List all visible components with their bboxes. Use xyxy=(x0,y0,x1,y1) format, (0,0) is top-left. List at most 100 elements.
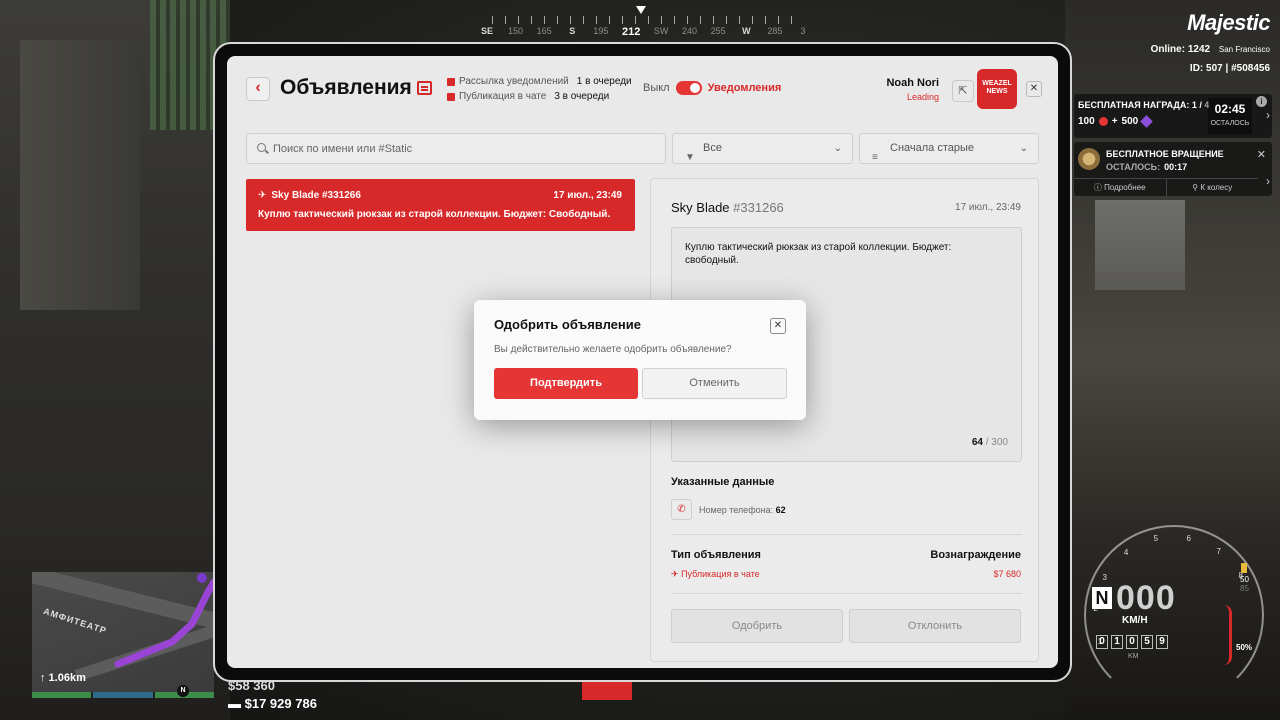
user-name: Noah Nori xyxy=(886,77,939,89)
compass-heading: S xyxy=(569,26,576,36)
dialog-title: Одобрить объявление xyxy=(494,317,641,332)
filter-icon: ▼ xyxy=(685,152,695,163)
speedometer: 12345678 N 000 KM/H 01059 KM 50 85 50% xyxy=(1074,525,1274,715)
compass-heading: W xyxy=(742,26,751,36)
reward-values: 100 + 500 xyxy=(1078,115,1154,128)
weazel-news-logo: WEAZEL NEWS xyxy=(977,69,1017,109)
spin-more-link[interactable]: ⓘ Подробнее xyxy=(1074,179,1166,196)
odometer-digit: 5 xyxy=(1141,635,1153,649)
speed-unit: KM/H xyxy=(1122,615,1148,626)
minimap: АМФИТЕАТР ↑ 1.06km xyxy=(32,572,214,692)
odometer-unit: KM xyxy=(1128,653,1139,660)
filter-select[interactable]: ▼ Все ⌄ xyxy=(672,133,853,164)
distance-label: ↑ 1.06km xyxy=(40,672,86,684)
compass-heading: 165 xyxy=(536,26,552,36)
compass-heading: 195 xyxy=(593,26,609,36)
toggle-on-label: Уведомления xyxy=(707,82,782,94)
compass-heading: 150 xyxy=(508,26,524,36)
reward-title: БЕСПЛАТНАЯ НАГРАДА: 1 / 4 xyxy=(1078,100,1210,110)
compass-heading: 285 xyxy=(767,26,783,36)
spin-title: БЕСПЛАТНОЕ ВРАЩЕНИЕ xyxy=(1106,149,1224,159)
waypoint-icon xyxy=(197,573,207,583)
notifications-toggle[interactable] xyxy=(675,81,702,95)
ad-type-value: ✈ Публикация в чате xyxy=(671,569,760,579)
chevron-down-icon: ⌄ xyxy=(833,143,842,154)
search-input[interactable] xyxy=(273,134,653,163)
online-count: Online: 1242 San Francisco xyxy=(1150,44,1270,55)
bank-amount: ▬ $17 929 786 xyxy=(228,696,317,711)
approve-button[interactable]: Одобрить xyxy=(671,609,843,643)
newspaper-icon xyxy=(417,81,432,95)
cancel-button[interactable]: Отменить xyxy=(642,368,787,399)
chevron-right-icon[interactable]: › xyxy=(1266,108,1270,122)
ad-type-title: Тип объявления xyxy=(671,549,761,561)
compass-strip: SE 150 165 S 195 212 SW 240 255 W 285 3 xyxy=(480,26,810,40)
search-icon xyxy=(257,143,266,152)
odometer: 01059 xyxy=(1096,635,1168,649)
megaphone-icon xyxy=(447,92,455,101)
divider xyxy=(671,593,1022,594)
gear-indicator: N xyxy=(1092,587,1112,609)
detail-date: 17 июл., 23:49 xyxy=(955,202,1021,213)
fuel-gauge: 50 85 xyxy=(1240,563,1249,593)
fuel-icon xyxy=(1241,563,1248,573)
speed-value: 000 xyxy=(1116,579,1176,617)
char-counter: 64 / 300 xyxy=(971,437,1008,448)
wheel-icon xyxy=(1078,148,1100,170)
detail-author: Sky Blade #331266 xyxy=(671,200,784,215)
brand-logo: Majestic xyxy=(1187,10,1270,35)
toggle-off-label: Выкл xyxy=(643,82,670,94)
distant-building xyxy=(1095,200,1185,290)
list-item-date: 17 июл., 23:49 xyxy=(553,190,622,201)
user-info: Noah Nori Leading xyxy=(839,77,939,102)
odometer-digit: 9 xyxy=(1156,635,1168,649)
notifications-toggle-group: Выкл Уведомления xyxy=(643,81,781,95)
reward-title: Вознаграждение xyxy=(930,549,1021,561)
free-reward-panel[interactable]: БЕСПЛАТНАЯ НАГРАДА: 1 / 4 100 + 500 02:4… xyxy=(1074,94,1272,138)
spin-to-wheel-link[interactable]: ⚲ К колесу xyxy=(1165,179,1259,196)
spin-actions: ⓘ Подробнее ⚲ К колесу xyxy=(1074,178,1258,196)
reward-timer: 02:45 ОСТАЛОСЬ xyxy=(1208,98,1252,134)
compass-heading: 3 xyxy=(800,26,806,36)
info-icon[interactable]: i xyxy=(1256,96,1267,107)
list-item-author: ✈ Sky Blade #331266 xyxy=(258,190,361,201)
exit-person-icon: ⇱ xyxy=(958,85,968,97)
app-header: ‹ Объявления Рассылка уведомлений 1 в оч… xyxy=(227,56,1058,126)
close-icon[interactable]: ✕ xyxy=(1257,148,1266,161)
close-button[interactable]: ✕ xyxy=(1026,81,1042,97)
odometer-digit: 1 xyxy=(1111,635,1123,649)
spin-remaining: ОСТАЛОСЬ: 00:17 xyxy=(1106,162,1188,172)
back-button[interactable]: ‹ xyxy=(246,77,270,101)
phone-number: Номер телефона: 62 xyxy=(699,505,786,515)
odometer-digit: 0 xyxy=(1096,635,1108,649)
gem-icon xyxy=(1140,115,1154,128)
engine-percent: 50% xyxy=(1236,643,1253,652)
compass-heading: SE xyxy=(480,26,493,36)
hud-server-info: Majestic Online: 1242 San Francisco ID: … xyxy=(1150,10,1271,74)
player-id: ID: 507 | #508456 xyxy=(1189,63,1270,74)
page-title: Объявления xyxy=(280,76,412,99)
speedo-redline xyxy=(1224,605,1232,665)
compass-heading: 255 xyxy=(710,26,726,36)
list-item[interactable]: ✈ Sky Blade #331266 17 июл., 23:49 Куплю… xyxy=(246,179,635,231)
approve-confirm-dialog: Одобрить объявление ✕ Вы действительно ж… xyxy=(474,300,806,420)
compass-heading: 212 xyxy=(621,26,641,38)
dialog-close-button[interactable]: ✕ xyxy=(770,318,786,334)
queue-notifications: Рассылка уведомлений 1 в очереди xyxy=(447,76,632,87)
confirm-button[interactable]: Подтвердить xyxy=(494,368,638,399)
list-item-text: Куплю тактический рюкзак из старой колле… xyxy=(258,209,611,220)
close-icon: ✕ xyxy=(1029,83,1039,94)
chevron-down-icon: ⌄ xyxy=(1019,143,1028,154)
queue-chat: Публикация в чате 3 в очереди xyxy=(447,91,609,102)
leave-button[interactable]: ⇱ xyxy=(952,80,974,102)
city-label: San Francisco xyxy=(1218,45,1270,54)
dial-number: 7 xyxy=(1216,546,1221,556)
chevron-right-icon[interactable]: › xyxy=(1266,174,1270,188)
search-box xyxy=(246,133,666,164)
divider xyxy=(671,534,1022,535)
building-pillar xyxy=(20,40,140,310)
coin-icon xyxy=(1098,117,1108,126)
reject-button[interactable]: Отклонить xyxy=(849,609,1021,643)
sort-select[interactable]: ≡ Сначала старые ⌄ xyxy=(859,133,1039,164)
free-spin-panel: БЕСПЛАТНОЕ ВРАЩЕНИЕ ОСТАЛОСЬ: 00:17 ✕ ⓘ П… xyxy=(1074,142,1272,196)
